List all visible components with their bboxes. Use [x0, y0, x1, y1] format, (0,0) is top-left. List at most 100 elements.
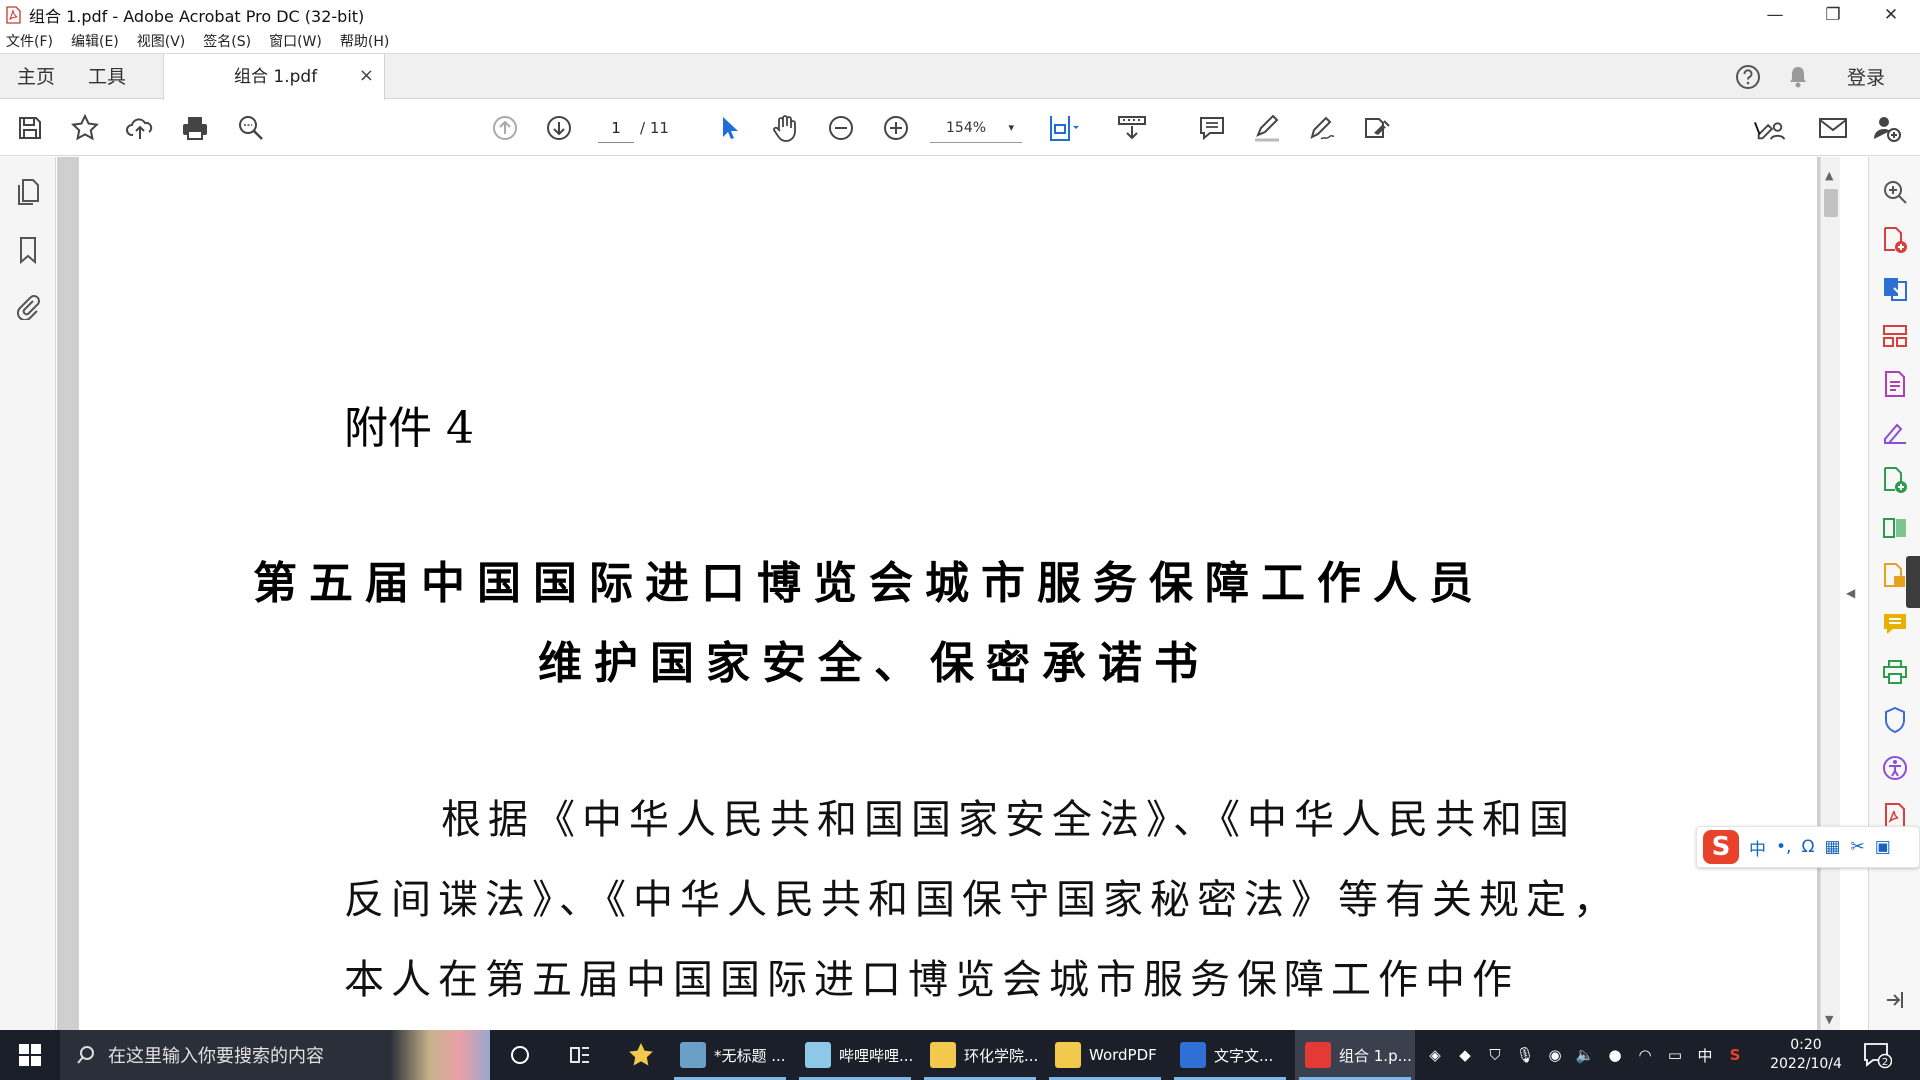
scroll-mode-icon[interactable]	[1116, 112, 1148, 144]
vertical-scrollbar[interactable]: ▲ ▼	[1820, 157, 1840, 1030]
menu-help[interactable]: 帮助(H)	[340, 31, 389, 51]
organize-pages-icon[interactable]	[1880, 321, 1910, 351]
login-link[interactable]: 登录	[1847, 54, 1885, 102]
tray-sogou-icon[interactable]: S	[1720, 1046, 1750, 1064]
fill-sign-icon[interactable]	[1754, 112, 1786, 144]
draw-sign-icon[interactable]	[1306, 112, 1338, 144]
bookmark-icon[interactable]	[13, 235, 43, 265]
taskbar-app-wps-writer[interactable]: 文字文...	[1170, 1030, 1290, 1080]
zoom-out-icon[interactable]	[825, 112, 857, 144]
minimize-button[interactable]: —	[1746, 0, 1804, 29]
taskbar-app-folder-wordpdf[interactable]: WordPDF	[1045, 1030, 1165, 1080]
collapse-tools-pane-icon[interactable]	[1880, 985, 1910, 1015]
fit-page-icon[interactable]	[1047, 112, 1079, 144]
search-icon	[77, 1046, 94, 1064]
tab-close-button[interactable]: ×	[359, 54, 374, 98]
hand-tool-icon[interactable]	[769, 112, 801, 144]
body-text-line-1: 根据《中华人民共和国国家安全法》、《中华人民共和国	[441, 797, 1576, 843]
add-user-icon[interactable]	[1871, 112, 1903, 144]
ime-keyboard[interactable]: ▦	[1824, 837, 1840, 857]
create-pdf-icon[interactable]	[1880, 225, 1910, 255]
next-page-icon[interactable]	[543, 112, 575, 144]
save-icon[interactable]	[14, 112, 46, 144]
ime-punctuation[interactable]: •,	[1776, 837, 1791, 857]
acrobat-taskbar-icon	[1305, 1042, 1331, 1068]
menu-edit[interactable]: 编辑(E)	[71, 31, 119, 51]
ime-menu[interactable]: ▣	[1875, 837, 1891, 857]
star-icon[interactable]	[69, 112, 101, 144]
zoom-in-icon[interactable]	[880, 112, 912, 144]
task-view-icon[interactable]	[560, 1030, 600, 1080]
comment-tool-icon[interactable]	[1880, 609, 1910, 639]
scrollbar-thumb[interactable]	[1824, 189, 1838, 217]
page-thumbnails-icon[interactable]	[13, 177, 43, 207]
wps-writer-icon	[1180, 1042, 1206, 1068]
attachment-icon[interactable]	[13, 291, 43, 321]
email-icon[interactable]	[1817, 112, 1849, 144]
taskbar-app-paint[interactable]: *无标题 ...	[670, 1030, 790, 1080]
taskbar-search-box[interactable]: 在这里输入你要搜索的内容	[60, 1030, 490, 1080]
restore-button[interactable]: ❐	[1804, 0, 1862, 29]
select-arrow-icon[interactable]	[714, 112, 746, 144]
tray-network-icon[interactable]: ◉	[1540, 1046, 1570, 1064]
pinned-app-star-icon[interactable]	[618, 1030, 664, 1080]
menu-view[interactable]: 视图(V)	[137, 31, 186, 51]
send-review-icon[interactable]	[1880, 465, 1910, 495]
export-pdf-icon[interactable]	[1880, 273, 1910, 303]
sogou-logo[interactable]: S	[1703, 830, 1739, 864]
tab-tools[interactable]: 工具	[88, 54, 126, 100]
zoom-level-select[interactable]: 154% ▾	[930, 115, 1022, 143]
tab-home[interactable]: 主页	[17, 54, 55, 100]
page-total-label: / 11	[640, 119, 669, 137]
notification-bell-icon[interactable]	[1787, 65, 1809, 89]
cloud-upload-icon[interactable]	[124, 112, 156, 144]
tray-wechat-icon[interactable]: ●	[1600, 1046, 1630, 1064]
help-icon[interactable]	[1735, 64, 1761, 90]
ime-symbols[interactable]: Ω	[1801, 837, 1814, 857]
search-highlight-image	[390, 1030, 490, 1080]
tray-wifi-icon[interactable]: ◠	[1630, 1046, 1660, 1064]
tray-volume-icon[interactable]: 🔈	[1570, 1046, 1600, 1064]
taskbar-app-bilibili[interactable]: 哔哩哔哩...	[795, 1030, 915, 1080]
request-signature-icon[interactable]	[1880, 417, 1910, 447]
print-icon[interactable]	[179, 112, 211, 144]
tray-input-language[interactable]: 中	[1690, 1045, 1720, 1066]
comment-icon[interactable]	[1196, 112, 1228, 144]
share-edit-icon[interactable]	[1361, 112, 1393, 144]
protect-shield-icon[interactable]	[1880, 705, 1910, 735]
taskbar-app-acrobat[interactable]: 组合 1.p...	[1295, 1030, 1415, 1080]
start-button[interactable]	[0, 1030, 60, 1080]
compare-files-icon[interactable]	[1880, 513, 1910, 543]
cortana-icon[interactable]	[500, 1030, 540, 1080]
clock-date: 2022/10/4	[1770, 1056, 1842, 1072]
tools-pane-resize-handle[interactable]	[1906, 556, 1920, 608]
taskbar-app-folder-school[interactable]: 环化学院...	[920, 1030, 1040, 1080]
highlight-pen-icon[interactable]	[1251, 112, 1283, 144]
menu-file[interactable]: 文件(F)	[6, 31, 53, 51]
taskbar-clock[interactable]: 0:20 2022/10/4	[1766, 1036, 1846, 1074]
print-production-icon[interactable]	[1880, 657, 1910, 687]
tray-app-icon-2[interactable]: ◆	[1450, 1046, 1480, 1064]
edit-pdf-icon[interactable]	[1880, 369, 1910, 399]
accessibility-icon[interactable]	[1880, 753, 1910, 783]
ime-chinese-mode[interactable]: 中	[1749, 835, 1766, 860]
tray-shield-icon[interactable]: ⛉	[1480, 1046, 1510, 1064]
previous-page-icon[interactable]	[489, 112, 521, 144]
menu-window[interactable]: 窗口(W)	[269, 31, 322, 51]
body-text-line-3: 本人在第五届中国国际进口博览会城市服务保障工作中作	[344, 957, 1519, 1003]
scroll-up-arrow[interactable]: ▲	[1825, 169, 1833, 182]
ime-tools[interactable]: ✂	[1851, 837, 1865, 857]
page-number-input[interactable]: 1	[598, 115, 634, 143]
tray-app-icon-1[interactable]: ◈	[1420, 1046, 1450, 1064]
action-center-icon[interactable]: 2	[1862, 1040, 1893, 1074]
zoom-caret-icon: ▾	[1008, 121, 1014, 134]
collapse-right-pane-icon[interactable]: ◀	[1846, 586, 1855, 600]
tray-microphone-icon[interactable]: 🎙	[1510, 1046, 1540, 1064]
zoom-search-icon[interactable]	[235, 112, 267, 144]
tab-document[interactable]: 组合 1.pdf ×	[163, 54, 385, 100]
menu-sign[interactable]: 签名(S)	[203, 31, 251, 51]
tray-battery-icon[interactable]: ▭	[1660, 1046, 1690, 1064]
scroll-down-arrow[interactable]: ▼	[1825, 1013, 1833, 1026]
search-zoom-icon[interactable]	[1880, 177, 1910, 207]
close-window-button[interactable]: ✕	[1862, 0, 1920, 29]
